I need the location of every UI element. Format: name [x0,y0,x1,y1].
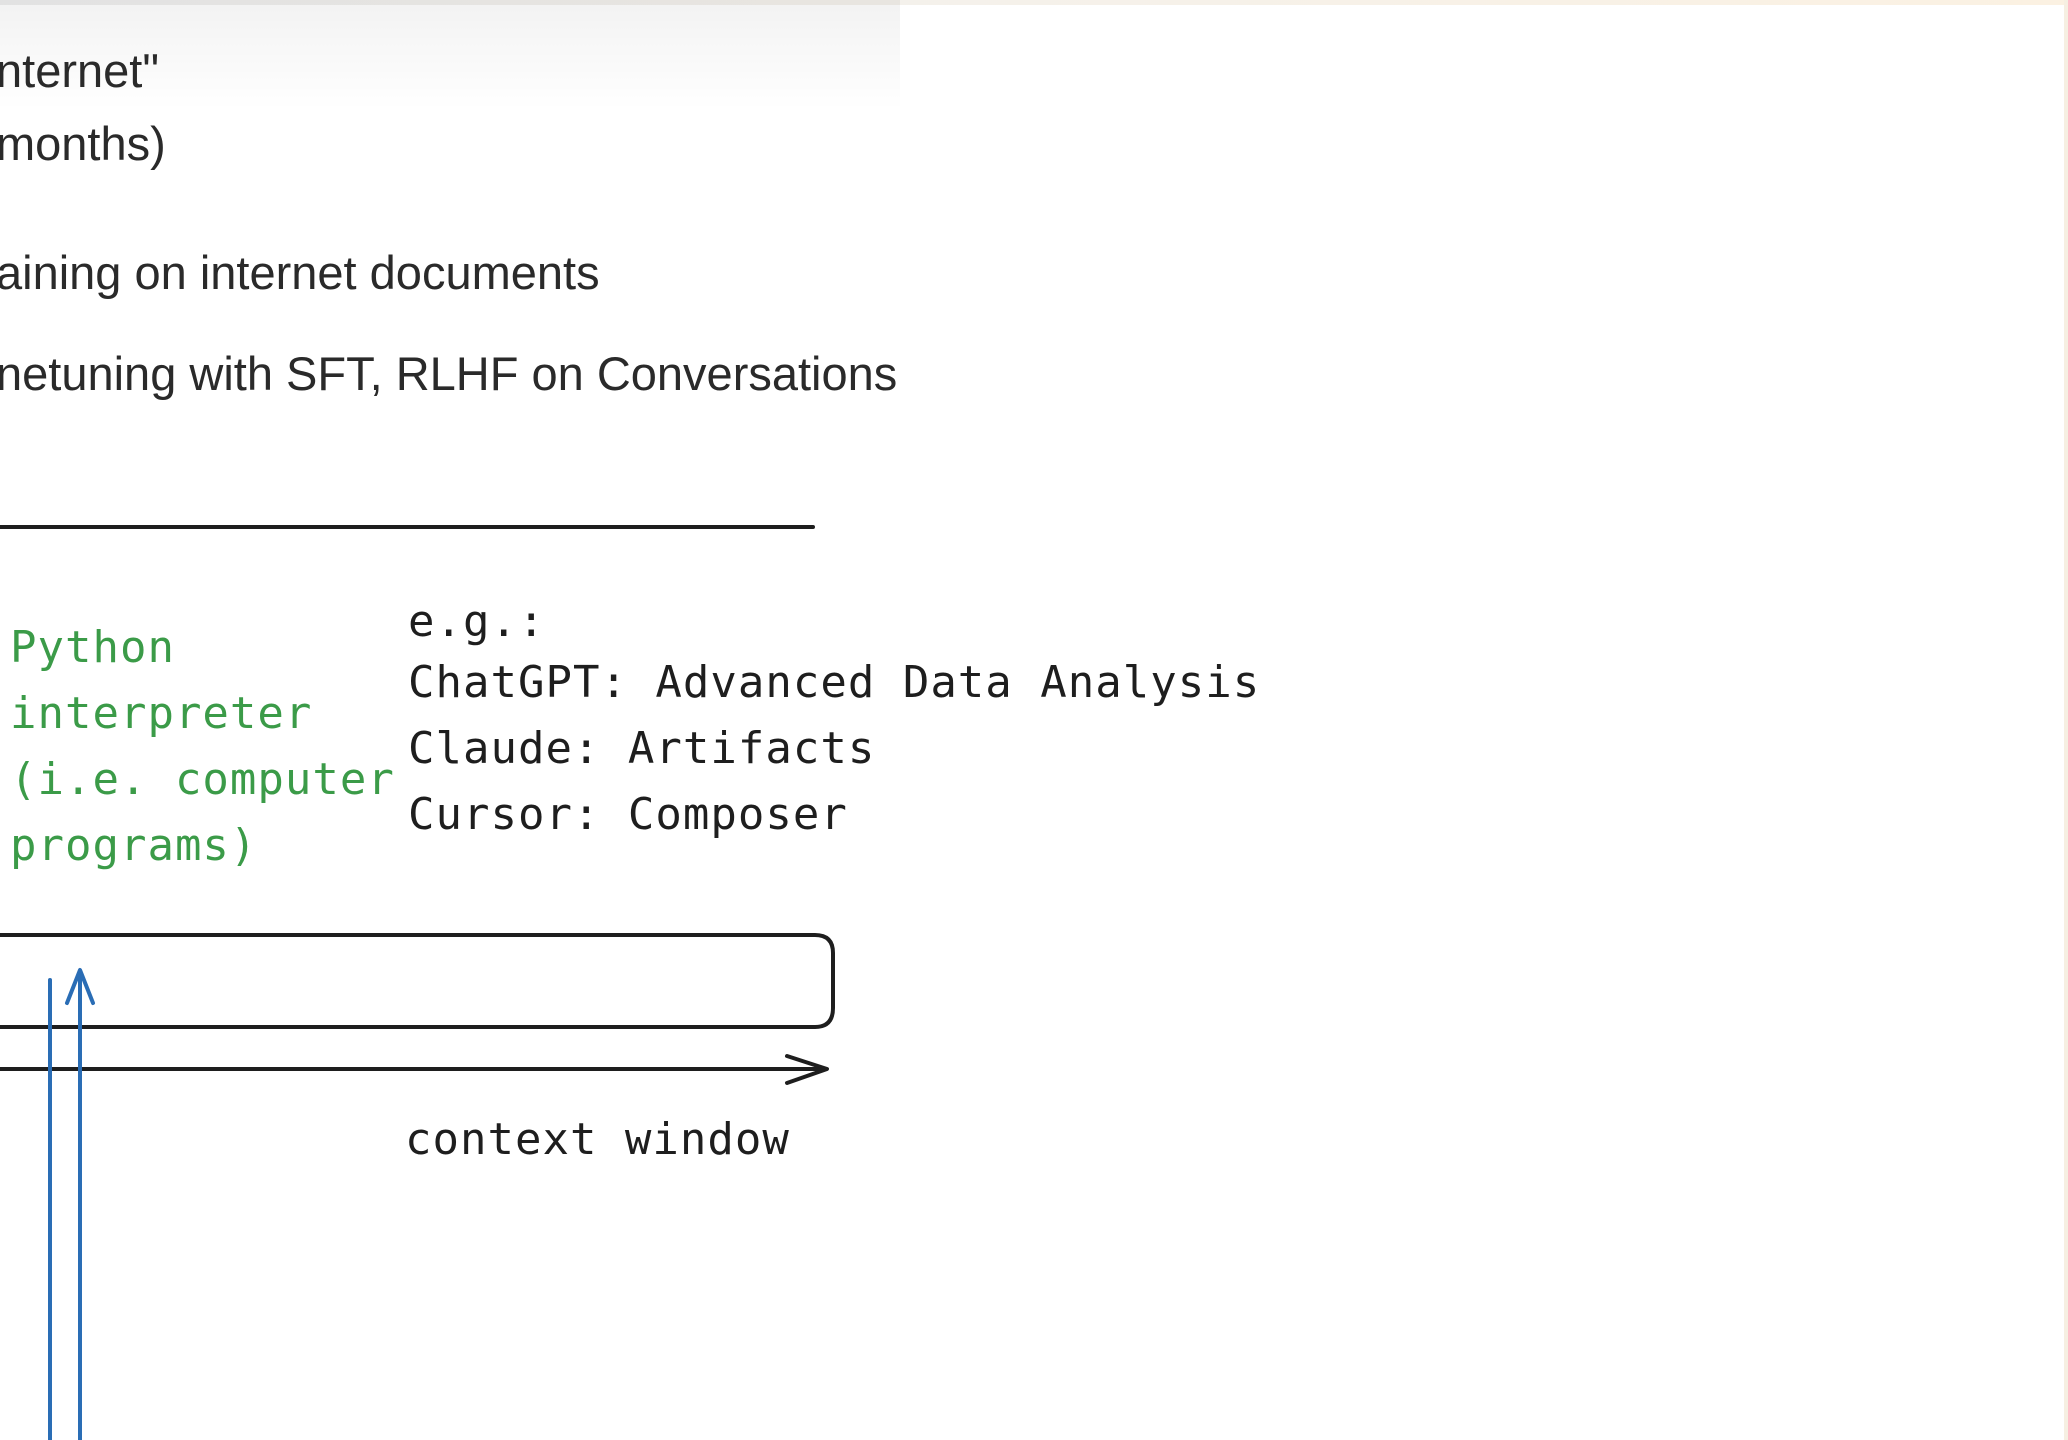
context-window-box [0,933,835,1029]
python-label-line-4: programs) [10,820,258,871]
example-chatgpt: ChatGPT: Advanced Data Analysis [408,657,1261,708]
examples-heading: e.g.: [408,596,546,647]
python-label-line-3: (i.e. computer [10,754,395,805]
example-cursor: Cursor: Composer [408,789,848,840]
python-label-line-2: interpreter [10,688,313,739]
context-window-label: context window [405,1114,790,1165]
canvas: nternet" months) aining on internet docu… [0,0,2068,1440]
python-label-line-1: Python [10,622,175,673]
example-claude: Claude: Artifacts [408,723,876,774]
